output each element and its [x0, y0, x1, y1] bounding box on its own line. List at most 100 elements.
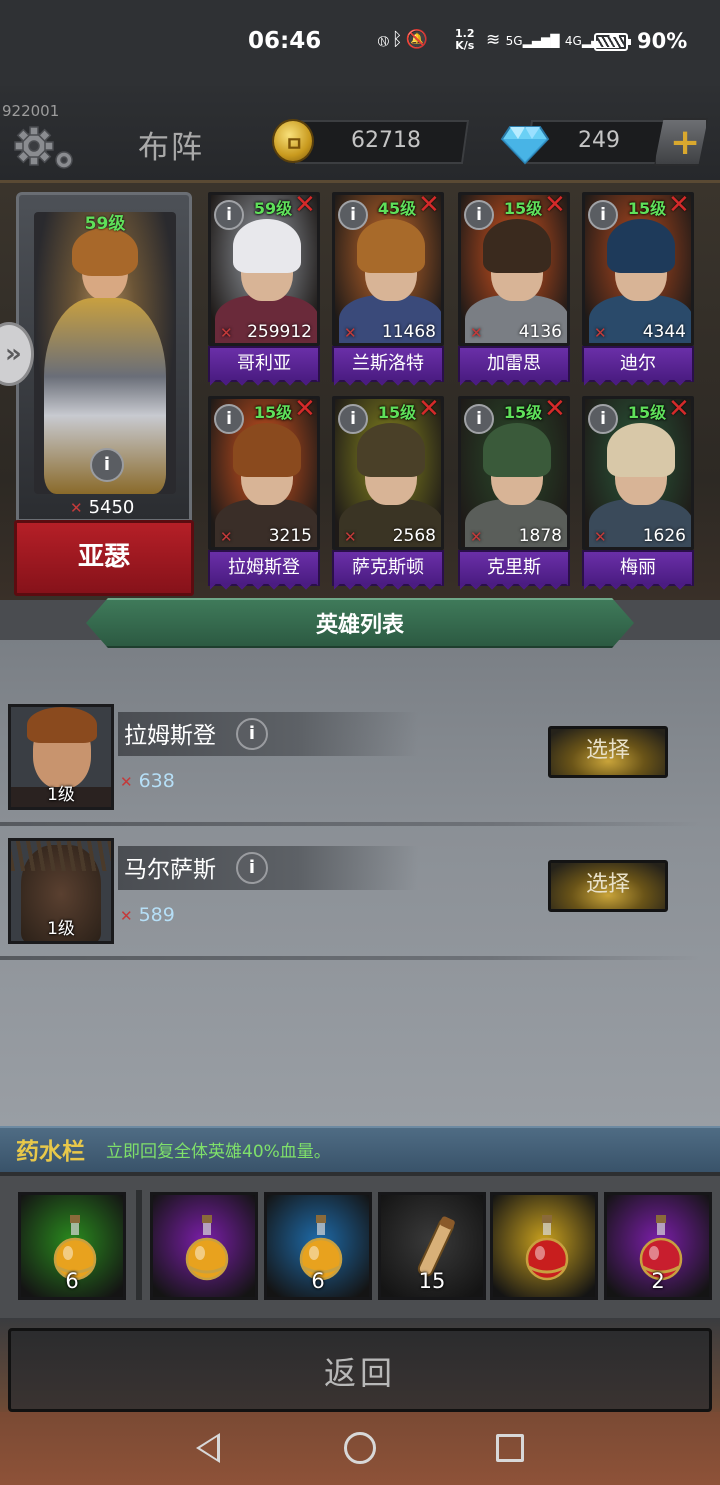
- formation-card[interactable]: i 15级 ✕ ✕ 3215 拉姆斯登: [208, 394, 320, 592]
- hero-list-portrait[interactable]: 1级: [8, 838, 114, 944]
- hero-power: ✕ 4344: [582, 322, 694, 342]
- potion-slot[interactable]: 15: [378, 1192, 486, 1300]
- leader-name: 亚瑟: [77, 542, 130, 572]
- swords-icon: ✕: [594, 324, 607, 342]
- hero-hair: [607, 423, 675, 477]
- nfc-icon: Ⓝ: [378, 29, 392, 50]
- battery-percent: 90%: [637, 29, 688, 53]
- formation-card[interactable]: i 15级 ✕ ✕ 2568 萨克斯顿: [332, 394, 444, 592]
- hero-name: 兰斯洛特: [332, 346, 444, 388]
- potion-count: 6: [65, 1269, 79, 1293]
- page-title: 布阵: [138, 130, 204, 166]
- hero-power-value: 2568: [392, 526, 436, 546]
- hero-hair: [607, 219, 675, 273]
- hero-hair: [233, 219, 301, 273]
- formation-card[interactable]: i 59级 ✕ ✕ 259912 哥利亚: [208, 190, 320, 388]
- hero-power-value: 4136: [518, 322, 562, 342]
- hero-list-power-value: 638: [138, 770, 175, 792]
- swords-icon: ✕: [344, 324, 357, 342]
- nav-back-icon[interactable]: [196, 1433, 220, 1463]
- nav-recents-icon[interactable]: [496, 1434, 524, 1462]
- remove-hero-icon[interactable]: ✕: [418, 190, 440, 220]
- hero-list-row: 1级 拉姆斯登 i ✕ 638 选择: [0, 704, 720, 834]
- network-speed: 1.2 K/s: [455, 28, 475, 52]
- hero-power: ✕ 1878: [458, 526, 570, 546]
- leader-level: 59级: [84, 214, 126, 234]
- swords-icon: ✕: [344, 528, 357, 546]
- swords-icon: ✕: [120, 907, 133, 925]
- hero-power: ✕ 1626: [582, 526, 694, 546]
- hero-name: 克里斯: [458, 550, 570, 592]
- swords-icon: ✕: [220, 324, 233, 342]
- potion-slot[interactable]: 2: [604, 1192, 712, 1300]
- formation-card[interactable]: i 45级 ✕ ✕ 11468 兰斯洛特: [332, 190, 444, 388]
- remove-hero-icon[interactable]: ✕: [294, 190, 316, 220]
- hero-list-title: 英雄列表: [315, 613, 404, 638]
- hero-list-level: 1级: [47, 919, 75, 939]
- settings-gear-icon[interactable]: [10, 124, 80, 174]
- leader-info-button[interactable]: i: [90, 448, 124, 482]
- gold-amount: 62718: [351, 128, 421, 153]
- hero-list-level: 1级: [47, 785, 75, 805]
- return-label: 返回: [323, 1354, 396, 1392]
- potion-slot[interactable]: [490, 1192, 598, 1300]
- remove-hero-icon[interactable]: ✕: [294, 394, 316, 424]
- leader-power-value: 5450: [88, 497, 135, 518]
- swords-icon: ✕: [470, 324, 483, 342]
- remove-hero-icon[interactable]: ✕: [544, 394, 566, 424]
- gold-coin-icon: [272, 119, 314, 163]
- hero-power-value: 11468: [381, 322, 436, 342]
- hero-list-info-button[interactable]: i: [236, 852, 268, 884]
- hero-hair: [233, 423, 301, 477]
- potion-count: 2: [651, 1269, 665, 1293]
- hero-power: ✕ 4136: [458, 322, 570, 342]
- select-hero-button[interactable]: 选择: [548, 726, 668, 778]
- swords-icon: ✕: [70, 499, 83, 517]
- row-divider: [0, 956, 700, 960]
- hero-power-value: 1626: [642, 526, 686, 546]
- network-speed-unit: K/s: [455, 39, 475, 52]
- potion-slot[interactable]: 6: [18, 1192, 126, 1300]
- hero-hair: [357, 219, 425, 273]
- potion-slot[interactable]: 6: [264, 1192, 372, 1300]
- remove-hero-icon[interactable]: ✕: [544, 190, 566, 220]
- formation-card[interactable]: i 15级 ✕ ✕ 1878 克里斯: [458, 394, 570, 592]
- formation-card[interactable]: i 15级 ✕ ✕ 4136 加雷思: [458, 190, 570, 388]
- hero-name: 梅丽: [582, 550, 694, 592]
- potion-count: 15: [418, 1269, 446, 1293]
- hero-power-value: 4344: [642, 322, 686, 342]
- hero-list-portrait[interactable]: 1级: [8, 704, 114, 810]
- nav-home-icon[interactable]: [344, 1432, 376, 1464]
- battery-icon: [594, 33, 631, 51]
- hero-name: 拉姆斯登: [208, 550, 320, 592]
- bluetooth-icon: ᛒ: [391, 29, 406, 50]
- hero-name: 萨克斯顿: [332, 550, 444, 592]
- leader-power: ✕ 5450: [70, 497, 134, 518]
- remove-hero-icon[interactable]: ✕: [418, 394, 440, 424]
- hero-hair: [483, 219, 551, 273]
- status-time: 06:46: [248, 28, 322, 54]
- diamond-amount: 249: [578, 128, 620, 153]
- hero-list-name: 马尔萨斯: [124, 857, 216, 883]
- swords-icon: ✕: [120, 773, 133, 791]
- potion-flask-icon: [525, 1215, 569, 1281]
- remove-hero-icon[interactable]: ✕: [668, 190, 690, 220]
- hero-list-name: 拉姆斯登: [124, 723, 216, 749]
- hero-power-value: 3215: [268, 526, 312, 546]
- potion-description: 立即回复全体英雄40%血量。: [106, 1142, 331, 1162]
- remove-hero-icon[interactable]: ✕: [668, 394, 690, 424]
- hero-name: 迪尔: [582, 346, 694, 388]
- hero-list-row: 1级 马尔萨斯 i ✕ 589 选择: [0, 838, 720, 968]
- potion-divider: [136, 1190, 142, 1300]
- hero-name: 加雷思: [458, 346, 570, 388]
- formation-card[interactable]: i 15级 ✕ ✕ 1626 梅丽: [582, 394, 694, 592]
- select-hero-button[interactable]: 选择: [548, 860, 668, 912]
- formation-card[interactable]: i 15级 ✕ ✕ 4344 迪尔: [582, 190, 694, 388]
- hero-list-power: ✕ 638: [120, 770, 175, 792]
- hero-list-info-button[interactable]: i: [236, 718, 268, 750]
- potion-slot[interactable]: [150, 1192, 258, 1300]
- user-id: 922001: [2, 102, 60, 120]
- status-icons: Ⓝᛒ🔕: [378, 29, 431, 50]
- hero-hair: [483, 423, 551, 477]
- potion-bar-title: 药水栏: [16, 1139, 85, 1165]
